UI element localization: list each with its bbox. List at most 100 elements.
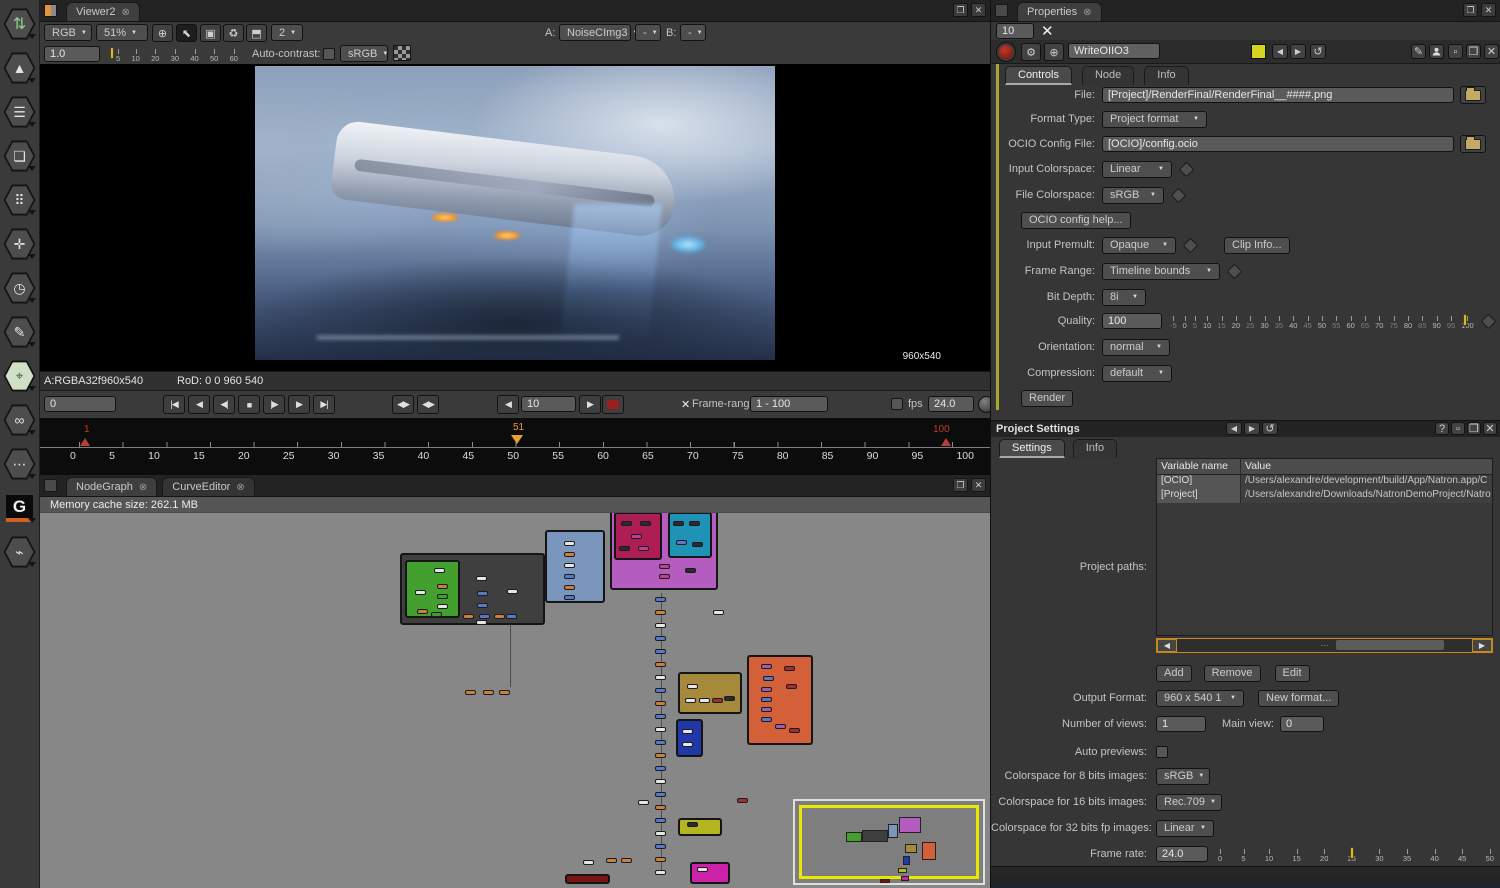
node-chip[interactable] <box>659 564 670 569</box>
frame-range-dropdown[interactable]: Timeline bounds▼ <box>1102 263 1220 280</box>
gain-slider-handle[interactable] <box>110 47 114 59</box>
hide-params-icon[interactable]: ✎ <box>1411 44 1426 59</box>
quality-field[interactable]: 100 <box>1102 313 1162 329</box>
node-chip[interactable] <box>687 822 698 827</box>
float-window-icon[interactable]: ❐ <box>1466 44 1481 59</box>
skip-keyframe-button[interactable]: ◀▶ <box>417 395 439 414</box>
tab-nodegraph[interactable]: NodeGraph ⊗ <box>66 477 157 496</box>
tab-viewer2[interactable]: Viewer2 ⊗ <box>66 2 140 21</box>
backdrop-group-orange[interactable] <box>747 655 813 745</box>
node-chip[interactable] <box>564 595 575 600</box>
tool-views-icon[interactable]: ∞ <box>0 398 40 442</box>
quality-slider[interactable]: -505101520253035404550556065707580859095… <box>1170 312 1474 330</box>
prev-node-icon[interactable]: ◀ <box>1272 44 1288 59</box>
node-chip[interactable] <box>685 698 696 703</box>
variable-value-cell[interactable]: /Users/alexandre/development/build/App/N… <box>1241 475 1492 489</box>
tool-generators-icon[interactable]: ▲ <box>0 46 40 90</box>
zoom-dropdown[interactable]: 51%▼ <box>96 24 148 41</box>
node-chip[interactable] <box>564 552 575 557</box>
node-chip[interactable] <box>713 610 724 615</box>
operator-dropdown[interactable]: -▼ <box>635 24 661 41</box>
node-chip[interactable] <box>655 688 666 693</box>
tool-transform-icon[interactable]: ✛ <box>0 222 40 266</box>
tool-draw-icon[interactable]: ✎ <box>0 310 40 354</box>
variable-name-cell[interactable]: [OCIO] <box>1157 475 1241 489</box>
tool-other-icon[interactable]: ⋯ <box>0 442 40 486</box>
close-tab-icon[interactable]: ⊗ <box>1083 7 1091 18</box>
float-window-icon[interactable]: ❐ <box>1467 422 1481 435</box>
current-frame-field[interactable]: 0 <box>44 396 116 412</box>
tool-reader-writer-icon[interactable]: ⇅ <box>0 2 40 46</box>
frame-range-picker-icon[interactable] <box>1227 263 1243 279</box>
node-chip[interactable] <box>775 724 786 729</box>
node-chip[interactable] <box>465 690 476 695</box>
node-chip[interactable] <box>655 727 666 732</box>
scroll-left-icon[interactable]: ◀ <box>1157 639 1177 652</box>
new-format-button[interactable]: New format... <box>1258 690 1339 707</box>
node-chip[interactable] <box>655 831 666 836</box>
compression-dropdown[interactable]: default▼ <box>1102 365 1172 382</box>
node-chip[interactable] <box>687 684 698 689</box>
node-chip[interactable] <box>737 798 748 803</box>
backdrop-group-yellow[interactable] <box>678 818 722 836</box>
fps-lock-checkbox[interactable] <box>891 398 903 410</box>
node-chip[interactable] <box>437 594 448 599</box>
views-field[interactable]: 1 <box>1156 716 1206 732</box>
nodegraph-canvas[interactable]: Memory cache size: 262.1 MB <box>40 497 990 888</box>
pane-menu-icon[interactable] <box>44 4 57 17</box>
node-chip[interactable] <box>655 766 666 771</box>
node-chip[interactable] <box>621 521 632 526</box>
node-chip[interactable] <box>673 521 684 526</box>
node-chip[interactable] <box>564 563 575 568</box>
gain-field[interactable]: 1.0 <box>44 46 100 62</box>
ocio-config-field[interactable]: [OCIO]/config.ocio <box>1102 136 1454 152</box>
checkerboard-icon[interactable] <box>393 45 411 61</box>
variable-name-cell[interactable]: [Project] <box>1157 489 1241 503</box>
undo-icon[interactable]: ↺ <box>1310 44 1326 59</box>
node-chip[interactable] <box>655 675 666 680</box>
downscale-dropdown[interactable]: 2▼ <box>271 24 303 41</box>
main-view-field[interactable]: 0 <box>1280 716 1324 732</box>
float-pane-icon[interactable]: ❐ <box>953 478 968 492</box>
proxy-mode-icon[interactable]: ⬒ <box>246 24 267 42</box>
tool-time-icon[interactable]: ◷ <box>0 266 40 310</box>
close-tab-icon[interactable]: ⊗ <box>122 7 130 18</box>
node-chip[interactable] <box>619 546 630 551</box>
node-chip[interactable] <box>640 521 651 526</box>
scroll-right-icon[interactable]: ▶ <box>1472 639 1492 652</box>
bit-depth-dropdown[interactable]: 8i▼ <box>1102 289 1146 306</box>
node-chip[interactable] <box>784 666 795 671</box>
overlay-color-swatch[interactable] <box>1251 44 1266 59</box>
gear-icon[interactable]: ⚙ <box>1021 43 1041 61</box>
colorspace-8bit-dropdown[interactable]: sRGB▼ <box>1156 768 1210 785</box>
node-chip[interactable] <box>564 541 575 546</box>
backdrop-group-blue[interactable] <box>545 530 605 603</box>
tab-settings[interactable]: Settings <box>999 439 1065 458</box>
node-chip[interactable] <box>761 707 772 712</box>
node-chip[interactable] <box>434 568 445 573</box>
tool-channel-icon[interactable]: ☰ <box>0 90 40 134</box>
clip-to-project-icon[interactable]: ▣ <box>200 24 221 42</box>
node-chip[interactable] <box>477 603 488 608</box>
node-chip[interactable] <box>431 612 442 617</box>
node-chip[interactable] <box>761 697 772 702</box>
transport-button[interactable]: ■ <box>238 395 260 414</box>
output-format-dropdown[interactable]: 960 x 540 1▼ <box>1156 690 1244 707</box>
skip-keyframe-button[interactable]: ◀▶ <box>392 395 414 414</box>
column-value[interactable]: Value <box>1241 459 1275 474</box>
node-name-field[interactable]: WriteOIIO3 <box>1068 43 1160 59</box>
minimize-icon[interactable]: ▫ <box>1448 44 1463 59</box>
node-chip[interactable] <box>786 684 797 689</box>
next-increment-button[interactable]: ▶ <box>579 395 601 414</box>
tool-merge-icon[interactable]: ❏ <box>0 134 40 178</box>
transport-button[interactable]: ◀| <box>213 395 235 414</box>
node-chip[interactable] <box>676 540 687 545</box>
record-button[interactable] <box>602 395 624 414</box>
close-pane-icon[interactable]: ✕ <box>1481 3 1496 17</box>
view-colorspace-dropdown[interactable]: sRGB▼ <box>340 45 388 62</box>
next-node-icon[interactable]: ▶ <box>1290 44 1306 59</box>
refresh-icon[interactable]: ♻ <box>223 24 244 42</box>
pane-menu-icon[interactable] <box>44 479 57 492</box>
backdrop-group-pink[interactable] <box>690 862 730 884</box>
node-chip[interactable] <box>655 870 666 875</box>
